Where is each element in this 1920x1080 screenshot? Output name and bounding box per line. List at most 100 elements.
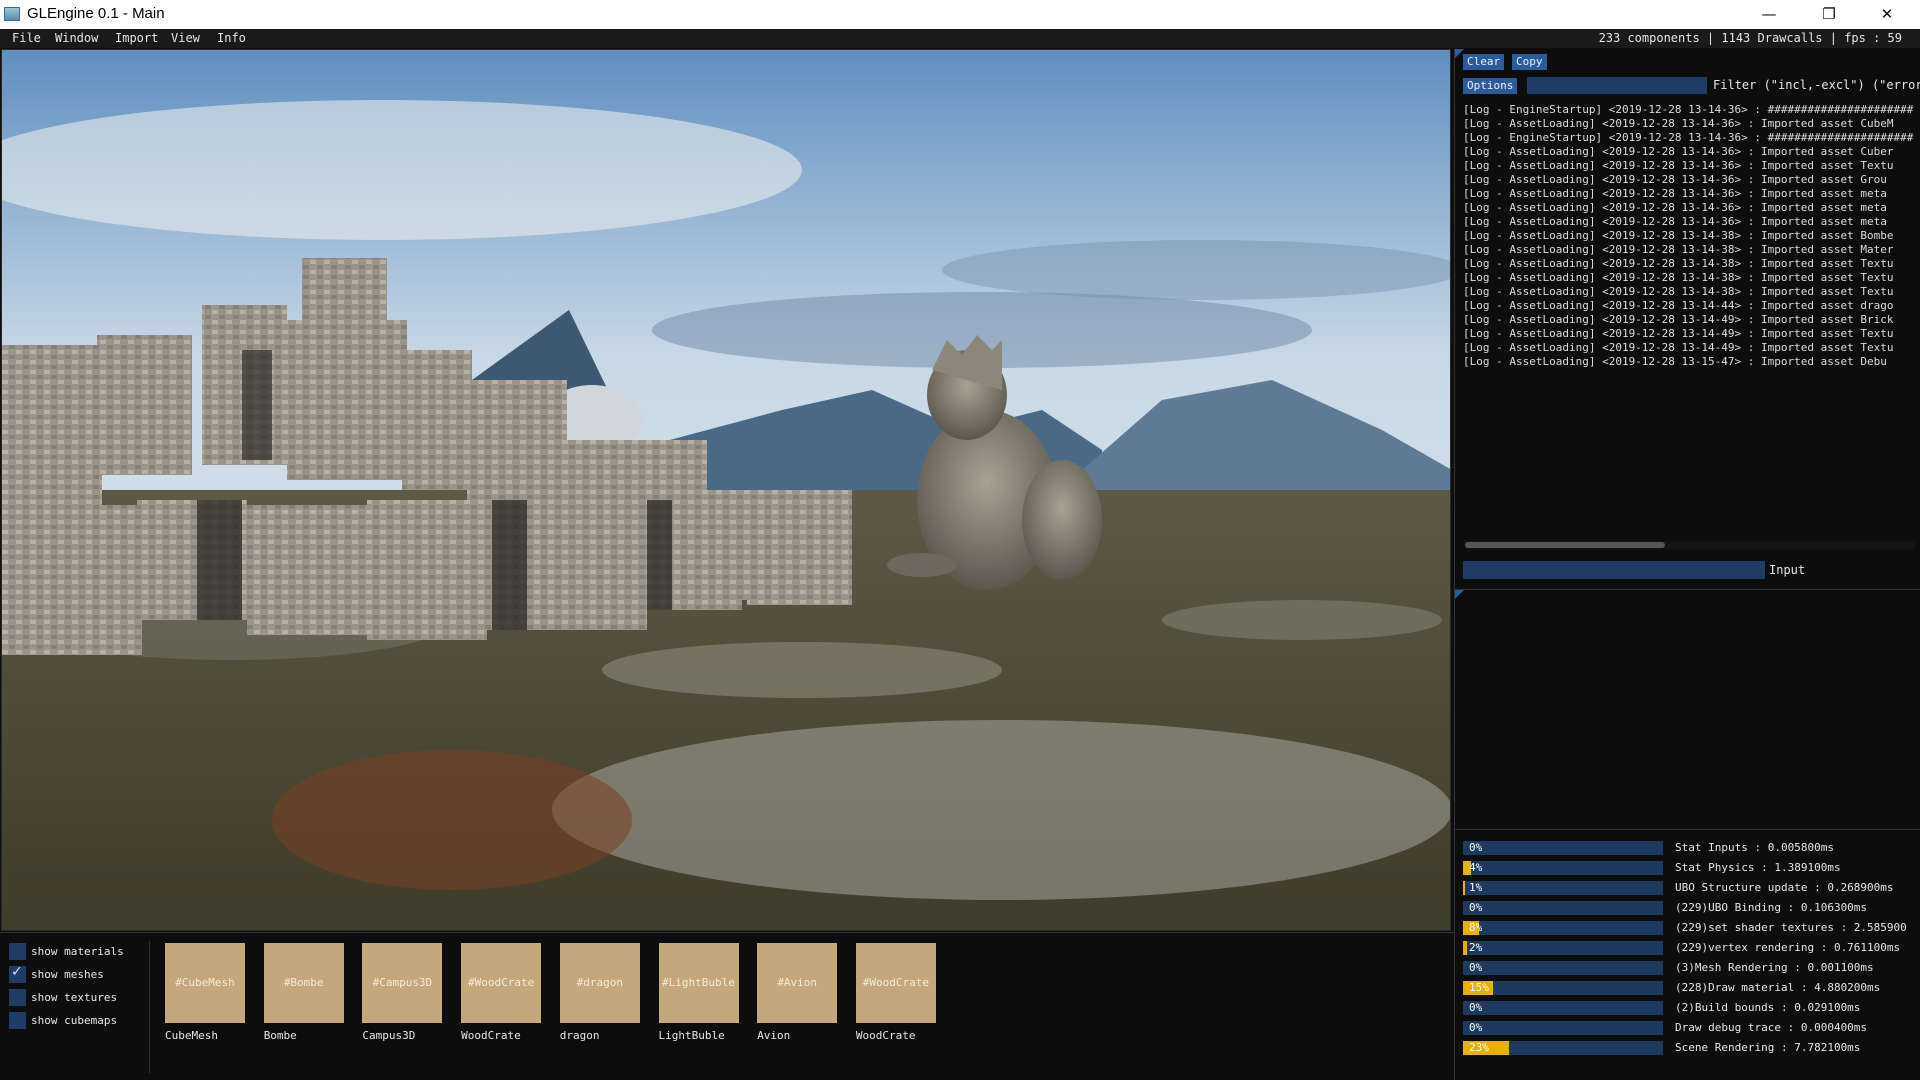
app-icon: [4, 7, 20, 21]
copy-button[interactable]: Copy: [1512, 54, 1547, 70]
log-line: [Log - AssetLoading] <2019-12-28 13-14-3…: [1463, 243, 1894, 256]
profiler-bar: 0%: [1463, 1021, 1663, 1035]
toggle-label: show materials: [31, 945, 124, 958]
asset-thumbnail[interactable]: #dragon: [559, 943, 640, 1023]
asset-item[interactable]: #WoodCrate WoodCrate: [461, 943, 542, 1042]
console-input[interactable]: [1463, 561, 1765, 579]
asset-thumbnail[interactable]: #LightBuble: [658, 943, 739, 1023]
filter-input[interactable]: [1527, 77, 1707, 94]
asset-name: Campus3D: [362, 1029, 416, 1042]
clear-button[interactable]: Clear: [1463, 54, 1505, 70]
close-button[interactable]: ✕: [1858, 0, 1916, 29]
profiler-bar: 0%: [1463, 1001, 1663, 1015]
toggle-label: show cubemaps: [31, 1014, 118, 1027]
asset-item[interactable]: #CubeMesh CubeMesh: [165, 943, 245, 1042]
console-panel: Clear Copy Options Filter ("incl,-excl")…: [1454, 49, 1920, 589]
profiler-bar: 2%: [1463, 941, 1663, 955]
profiler-bar: 4%: [1463, 861, 1663, 875]
log-scrollbar-thumb[interactable]: [1465, 542, 1665, 548]
profiler-percent: 8%: [1469, 921, 1483, 934]
asset-item[interactable]: #Avion Avion: [757, 943, 838, 1042]
restore-button[interactable]: ❐: [1800, 0, 1858, 29]
asset-name: Avion: [757, 1029, 791, 1042]
profiler-percent: 0%: [1469, 901, 1483, 914]
asset-thumbnail[interactable]: #Avion: [757, 943, 838, 1023]
profiler-label: (2)Build bounds : 0.029100ms: [1675, 1001, 1861, 1014]
asset-browser: show materials show meshes show textures sh…: [0, 932, 1454, 1080]
input-label: Input: [1769, 563, 1806, 577]
toggle-label: show meshes: [31, 968, 104, 981]
profiler-row: 0% Draw debug trace : 0.000400ms: [1455, 1018, 1920, 1038]
profiler-label: (229)set shader textures : 2.585900: [1675, 921, 1907, 934]
engine-stats: 233 components | 1143 Drawcalls | fps : …: [1598, 31, 1902, 45]
asset-name: WoodCrate: [461, 1029, 521, 1042]
profiler-row: 23% Scene Rendering : 7.782100ms: [1455, 1038, 1920, 1058]
profiler-row: 2% (229)vertex rendering : 0.761100ms: [1455, 938, 1920, 958]
profiler-row: 0% Stat Inputs : 0.005800ms: [1455, 838, 1920, 858]
toggle-checkbox[interactable]: [9, 989, 26, 1006]
menu-info[interactable]: Info: [217, 31, 246, 45]
title-bar: GLEngine 0.1 - Main — ❐ ✕: [0, 0, 1920, 29]
asset-name: Bombe: [263, 1029, 297, 1042]
profiler-label: (3)Mesh Rendering : 0.001100ms: [1675, 961, 1874, 974]
profiler-bar: 15%: [1463, 981, 1663, 995]
toggle-label: show textures: [31, 991, 118, 1004]
menu-import[interactable]: Import: [115, 31, 158, 45]
profiler-label: (229)vertex rendering : 0.761100ms: [1675, 941, 1901, 954]
profiler-label: Stat Inputs : 0.005800ms: [1675, 841, 1834, 854]
asset-item[interactable]: #Campus3D Campus3D: [362, 943, 443, 1042]
window-title: GLEngine 0.1 - Main: [27, 5, 165, 22]
profiler-label: (229)UBO Binding : 0.106300ms: [1675, 901, 1868, 914]
asset-item[interactable]: #dragon dragon: [559, 943, 640, 1042]
toggle-checkbox[interactable]: [9, 1012, 26, 1029]
toggle-checkbox[interactable]: [9, 943, 26, 960]
panel-grip-icon[interactable]: [1455, 590, 1464, 599]
profiler-row: 8% (229)set shader textures : 2.585900: [1455, 918, 1920, 938]
filter-label: Filter ("incl,-excl") ("error: [1713, 78, 1920, 92]
asset-item[interactable]: #Bombe Bombe: [263, 943, 344, 1042]
log-line: [Log - AssetLoading] <2019-12-28 13-14-3…: [1463, 271, 1894, 284]
profiler-label: Scene Rendering : 7.782100ms: [1675, 1041, 1861, 1054]
profiler-panel: 0% Stat Inputs : 0.005800ms 4% Stat Physics…: [1454, 829, 1920, 1080]
profiler-row: 1% UBO Structure update : 0.268900ms: [1455, 878, 1920, 898]
profiler-row: 0% (229)UBO Binding : 0.106300ms: [1455, 898, 1920, 918]
profiler-percent: 15%: [1469, 981, 1489, 994]
log-line: [Log - AssetLoading] <2019-12-28 13-14-3…: [1463, 215, 1887, 228]
profiler-percent: 0%: [1469, 961, 1483, 974]
profiler-bar-fill: [1463, 881, 1465, 895]
log-line: [Log - AssetLoading] <2019-12-28 13-14-4…: [1463, 341, 1894, 354]
log-line: [Log - EngineStartup] <2019-12-28 13-14-…: [1463, 131, 1914, 144]
asset-item[interactable]: #WoodCrate WoodCrate: [855, 943, 936, 1042]
log-line: [Log - AssetLoading] <2019-12-28 13-14-3…: [1463, 145, 1894, 158]
profiler-percent: 4%: [1469, 861, 1483, 874]
log-line: [Log - AssetLoading] <2019-12-28 13-14-3…: [1463, 285, 1894, 298]
profiler-bar-fill: [1463, 941, 1467, 955]
asset-name: WoodCrate: [855, 1029, 916, 1042]
empty-panel: [1454, 589, 1920, 829]
asset-thumbnail[interactable]: #CubeMesh: [165, 943, 245, 1023]
scene-viewport[interactable]: [1, 49, 1451, 931]
profiler-bar: 0%: [1463, 961, 1663, 975]
minimize-button[interactable]: —: [1740, 0, 1798, 29]
menu-window[interactable]: Window: [55, 31, 98, 45]
profiler-percent: 0%: [1469, 841, 1483, 854]
toggle-checkbox[interactable]: [9, 964, 26, 983]
profiler-row: 0% (2)Build bounds : 0.029100ms: [1455, 998, 1920, 1018]
log-line: [Log - AssetLoading] <2019-12-28 13-14-3…: [1463, 257, 1894, 270]
menu-view[interactable]: View: [171, 31, 200, 45]
asset-thumbnail[interactable]: #Bombe: [263, 943, 344, 1023]
asset-thumbnail[interactable]: #Campus3D: [362, 943, 443, 1023]
log-line: [Log - AssetLoading] <2019-12-28 13-14-3…: [1463, 159, 1894, 172]
asset-item[interactable]: #LightBuble LightBuble: [658, 943, 739, 1042]
profiler-label: (228)Draw material : 4.880200ms: [1675, 981, 1881, 994]
log-line: [Log - AssetLoading] <2019-12-28 13-14-4…: [1463, 313, 1894, 326]
asset-thumbnail[interactable]: #WoodCrate: [461, 943, 542, 1023]
asset-thumbnail[interactable]: #WoodCrate: [855, 943, 936, 1023]
options-button[interactable]: Options: [1463, 78, 1518, 94]
menu-file[interactable]: File: [12, 31, 41, 45]
profiler-bar: 1%: [1463, 881, 1663, 895]
profiler-percent: 23%: [1469, 1041, 1489, 1054]
profiler-label: Stat Physics : 1.389100ms: [1675, 861, 1841, 874]
profiler-row: 15% (228)Draw material : 4.880200ms: [1455, 978, 1920, 998]
asset-divider: [149, 941, 150, 1073]
